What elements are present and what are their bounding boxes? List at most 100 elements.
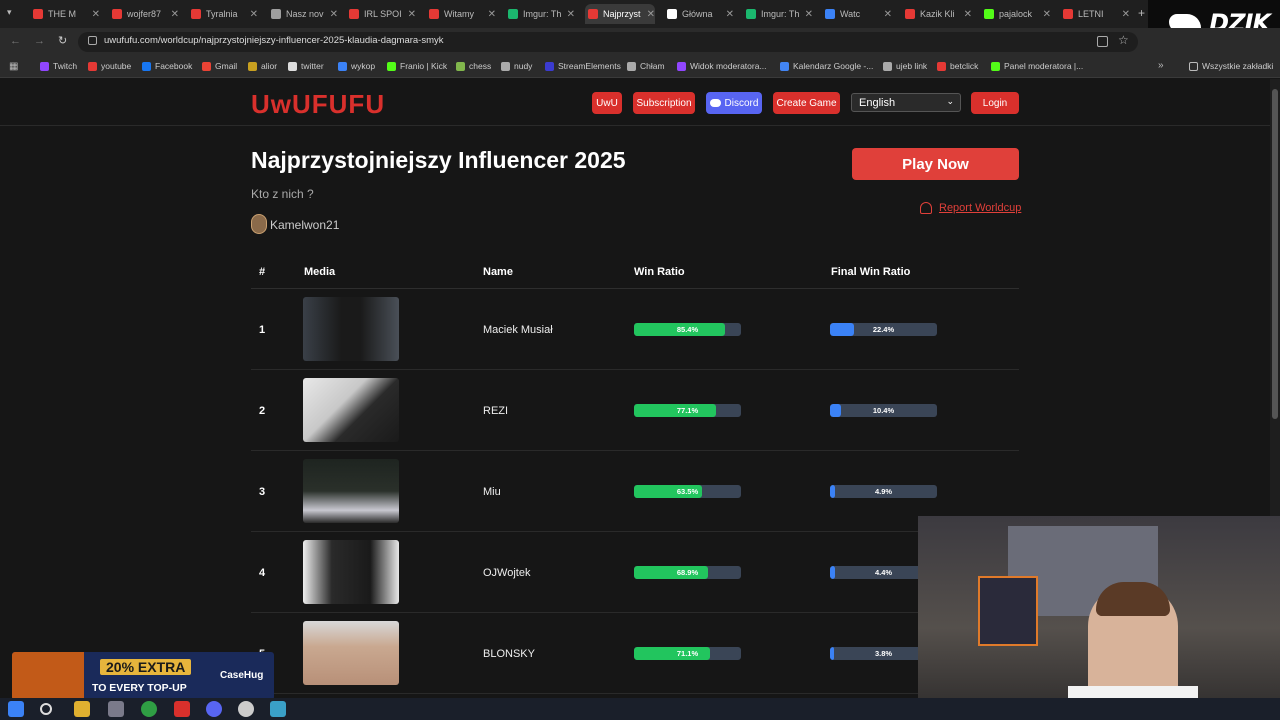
browser-tab[interactable]: LETNI ✕ [1060, 4, 1130, 24]
tab-close-icon[interactable]: ✕ [964, 9, 972, 20]
win-ratio-bar-label: 85.4% [676, 325, 699, 334]
tab-close-icon[interactable]: ✕ [330, 9, 338, 20]
browser-tab[interactable]: Tyralnia ✕ [188, 4, 258, 24]
tab-close-icon[interactable]: ✕ [171, 9, 179, 20]
tab-close-icon[interactable]: ✕ [1043, 9, 1051, 20]
tab-label: Imgur: Th [523, 9, 562, 19]
bookmark-label: twitter [301, 61, 324, 71]
back-icon[interactable]: ← [10, 35, 21, 47]
translate-icon[interactable] [1097, 36, 1108, 47]
bookmark-item[interactable]: youtube [88, 61, 131, 71]
discord-taskbar-icon[interactable] [206, 701, 222, 717]
windows-start-icon[interactable] [8, 701, 24, 717]
reload-icon[interactable]: ↻ [58, 34, 67, 47]
bookmark-item[interactable]: Franio | Kick [387, 61, 447, 71]
file-explorer-icon[interactable] [74, 701, 90, 717]
bookmark-item[interactable]: wykop [338, 61, 375, 71]
bookmark-item[interactable]: twitter [288, 61, 324, 71]
browser-tab[interactable]: wojfer87 ✕ [109, 4, 179, 24]
browser-tab[interactable]: Kazik Kli ✕ [902, 4, 972, 24]
bookmark-favicon-icon [387, 61, 396, 71]
tab-label: THE M [48, 9, 76, 19]
bookmark-item[interactable]: Twitch [40, 61, 77, 71]
row-media-thumbnail[interactable] [303, 621, 399, 685]
bookmark-item[interactable]: betclick [937, 61, 978, 71]
discord-button[interactable]: Discord [706, 92, 762, 114]
table-row[interactable]: 1 Maciek Musiał 85.4% 22.4% [251, 289, 1019, 370]
taskbar-app-icon[interactable] [108, 701, 124, 717]
avatar[interactable] [251, 214, 267, 234]
tab-close-icon[interactable]: ✕ [408, 9, 416, 20]
row-media-thumbnail[interactable] [303, 540, 399, 604]
bookmark-item[interactable]: alior [248, 61, 277, 71]
browser-tab[interactable]: Watc ✕ [822, 4, 892, 24]
bookmark-item[interactable]: chess [456, 61, 491, 71]
table-row[interactable]: 2 REZI 77.1% 10.4% [251, 370, 1019, 451]
browser-tab[interactable]: Najprzyst ✕ [585, 4, 655, 24]
siren-icon [920, 202, 932, 214]
tab-close-icon[interactable]: ✕ [92, 9, 100, 20]
row-media-thumbnail[interactable] [303, 378, 399, 442]
scrollbar-thumb[interactable] [1272, 89, 1278, 419]
bookmark-item[interactable]: Kalendarz Google -... [780, 61, 873, 71]
row-media-thumbnail[interactable] [303, 297, 399, 361]
bookmark-favicon-icon [780, 61, 789, 71]
table-row[interactable]: 5BLONSKY71.1%3.8% [251, 613, 1019, 694]
obs-icon[interactable] [174, 701, 190, 717]
login-button[interactable]: Login [971, 92, 1019, 114]
play-now-button[interactable]: Play Now [852, 148, 1019, 180]
tab-close-icon[interactable]: ✕ [488, 9, 496, 20]
promo-headline: 20% EXTRA [100, 659, 192, 675]
tab-close-icon[interactable]: ✕ [726, 9, 734, 20]
language-select[interactable]: English ⌄ [851, 93, 961, 112]
bookmark-item[interactable]: Facebook [142, 61, 192, 71]
site-info-icon[interactable] [88, 36, 97, 45]
settings-gear-icon[interactable] [238, 701, 254, 717]
bookmark-item[interactable]: Panel moderatora |... [991, 61, 1083, 71]
create-game-button[interactable]: Create Game [773, 92, 840, 114]
bookmark-item[interactable]: nudy [501, 61, 532, 71]
tab-close-icon[interactable]: ✕ [805, 9, 813, 20]
bookmark-item[interactable]: ujeb link [883, 61, 927, 71]
report-worldcup-link[interactable]: Report Worldcup [920, 202, 1021, 214]
table-row[interactable]: 3 Miu 63.5% 4.9% [251, 451, 1019, 532]
tab-favicon-icon [271, 9, 281, 19]
tab-favicon-icon [112, 9, 122, 19]
bookmark-item[interactable]: StreamElements [545, 61, 621, 71]
notepad-icon[interactable] [270, 701, 286, 717]
tab-close-icon[interactable]: ✕ [1122, 9, 1130, 20]
browser-tab[interactable]: IRL SPOI ✕ [346, 4, 416, 24]
bookmarks-overflow-icon[interactable]: » [1158, 60, 1164, 71]
tab-close-icon[interactable]: ✕ [884, 9, 892, 20]
browser-tab[interactable]: Nasz nov ✕ [268, 4, 338, 24]
bookmark-item[interactable]: Gmail [202, 61, 237, 71]
tab-close-icon[interactable]: ✕ [647, 9, 655, 20]
apps-grid-icon[interactable]: ▦ [9, 61, 18, 72]
bookmark-star-icon[interactable]: ☆ [1118, 33, 1129, 47]
browser-tab[interactable]: Imgur: Th ✕ [505, 4, 575, 24]
browser-tab[interactable]: THE M ✕ [30, 4, 100, 24]
browser-tab[interactable]: Witamy ✕ [426, 4, 496, 24]
subscription-button[interactable]: Subscription [633, 92, 695, 114]
bookmark-item[interactable]: Chłam [627, 61, 665, 71]
browser-tab[interactable]: pajalock ✕ [981, 4, 1051, 24]
author-name[interactable]: Kamelwon21 [270, 218, 339, 232]
search-icon[interactable] [40, 703, 52, 715]
forward-icon[interactable]: → [34, 35, 45, 47]
browser-tab[interactable]: Główna ✕ [664, 4, 734, 24]
tab-list-chevron-icon[interactable]: ▾ [7, 7, 12, 18]
casehug-promo-banner[interactable]: 20% EXTRA TO EVERY TOP-UP CaseHug [12, 652, 274, 700]
tab-favicon-icon [1063, 9, 1073, 19]
row-media-thumbnail[interactable] [303, 459, 399, 523]
table-row[interactable]: 4 OJWojtek 68.9% 4.4% [251, 532, 1019, 613]
tab-close-icon[interactable]: ✕ [567, 9, 575, 20]
chrome-icon[interactable] [141, 701, 157, 717]
tab-close-icon[interactable]: ✕ [250, 9, 258, 20]
new-tab-button[interactable]: + [1138, 6, 1145, 20]
browser-tab[interactable]: Imgur: Th ✕ [743, 4, 813, 24]
site-logo[interactable]: UwUFUFU [251, 89, 385, 120]
bookmark-item[interactable]: Widok moderatora... [677, 61, 767, 71]
tab-favicon-icon [825, 9, 835, 19]
all-bookmarks-folder[interactable]: Wszystkie zakładki [1189, 61, 1273, 71]
uwu-button[interactable]: UwU [592, 92, 622, 114]
